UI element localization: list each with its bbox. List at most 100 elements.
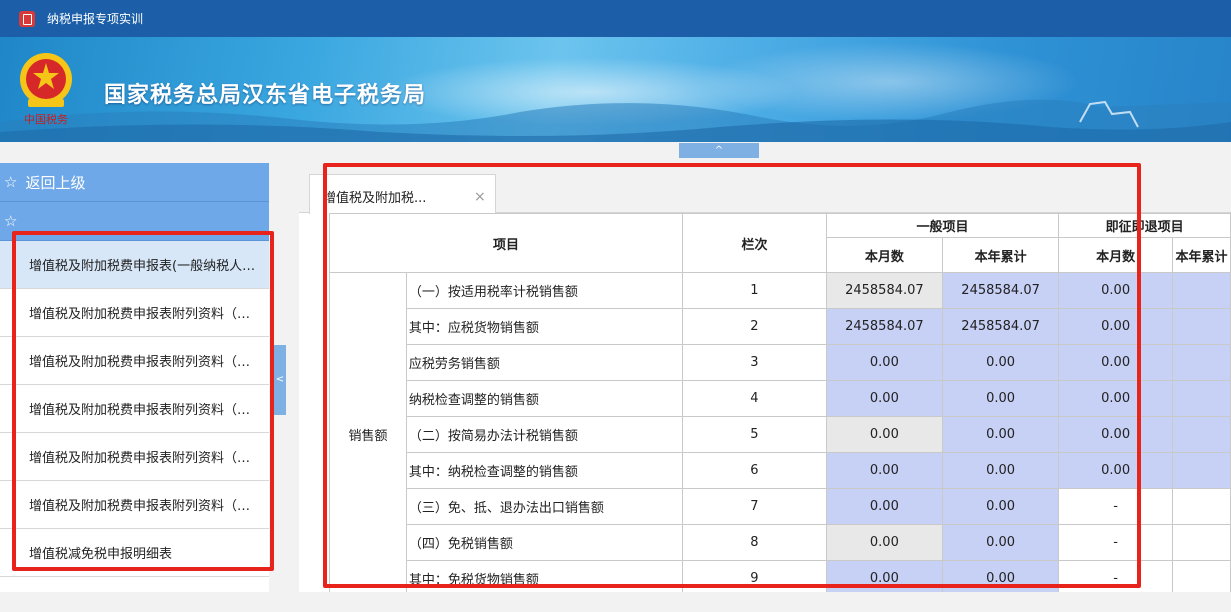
cell-refund-this-month: - (1058, 560, 1174, 592)
cell-year-total[interactable]: 2458584.07 (941, 272, 1060, 309)
cell-refund-year-total (1172, 488, 1231, 525)
cell-this-month[interactable]: 0.00 (825, 488, 943, 525)
cell-refund-year-total[interactable] (1172, 380, 1231, 417)
tab-strip: 增值税及附加税... × (299, 162, 1231, 214)
cell-this-month[interactable]: 2458584.07 (825, 308, 943, 345)
cell-year-total[interactable]: 0.00 (941, 344, 1060, 381)
back-label: 返回上级 (25, 173, 86, 192)
table-row: 其中：纳税检查调整的销售额 6 0.00 0.00 0.00 (330, 452, 1231, 489)
cell-this-month[interactable]: 0.00 (825, 452, 943, 489)
cell-refund-year-total[interactable] (1172, 344, 1231, 381)
cell-this-month[interactable]: 0.00 (825, 524, 943, 561)
table-row: （三）免、抵、退办法出口销售额 7 0.00 0.00- (330, 488, 1231, 525)
cell-year-total[interactable]: 0.00 (941, 560, 1060, 592)
header-refund-items: 即征即退项目 (1058, 213, 1231, 238)
sidebar-item-4[interactable]: 增值税及附加税费申报表附列资料（三） (0, 385, 269, 433)
cell-refund-year-total[interactable] (1172, 308, 1231, 345)
sidebar: ☆ 返回上级 ☆ 增值税及附加税费申报表(一般纳税人适用) 增值税及附加税费申报表… (0, 163, 269, 592)
cell-this-month[interactable]: 0.00 (825, 560, 943, 592)
sidebar-item-label: 增值税减免税申报明细表 (29, 547, 173, 562)
row-item-label: （四）免税销售额 (405, 524, 684, 561)
cell-refund-this-month[interactable]: 0.00 (1058, 344, 1174, 381)
table-row: 纳税检查调整的销售额 4 0.00 0.00 0.00 (330, 380, 1231, 417)
window-titlebar: 纳税申报专项实训 (0, 0, 1231, 37)
cell-refund-this-month[interactable]: 0.00 (1058, 380, 1174, 417)
cell-refund-year-total (1172, 560, 1231, 592)
banner-title: 国家税务总局汉东省电子税务局 (104, 83, 427, 108)
cell-refund-this-month[interactable]: 0.00 (1058, 308, 1174, 345)
cell-refund-this-month[interactable]: 0.00 (1058, 416, 1174, 453)
sidebar-item-label: 增值税及附加税费申报表(一般纳税人适用) (29, 259, 259, 274)
row-column-no: 1 (682, 272, 827, 309)
window-title: 纳税申报专项实训 (47, 12, 144, 26)
header-general-items: 一般项目 (825, 213, 1060, 238)
row-column-no: 6 (682, 452, 827, 489)
table-row: （二）按简易办法计税销售额 5 0.00 0.00 0.00 (330, 416, 1231, 453)
cell-refund-year-total[interactable] (1172, 272, 1231, 309)
sidebar-item-5[interactable]: 增值税及附加税费申报表附列资料（四） (0, 433, 269, 481)
sidebar-item-2[interactable]: 增值税及附加税费申报表附列资料（一） (0, 289, 269, 337)
cell-year-total[interactable]: 0.00 (941, 416, 1060, 453)
cell-year-total[interactable]: 0.00 (941, 380, 1060, 417)
sidebar-item-label: 增值税及附加税费申报表附列资料（三） (29, 403, 259, 418)
cell-refund-this-month[interactable]: 0.00 (1058, 272, 1174, 309)
sidebar-item-7[interactable]: 增值税减免税申报明细表 (0, 529, 269, 577)
row-item-label: 纳税检查调整的销售额 (405, 380, 684, 417)
group-label-sales: 销售额 (329, 272, 407, 592)
bottom-bar (0, 592, 1231, 612)
cell-this-month[interactable]: 0.00 (825, 344, 943, 381)
star-icon: ☆ (4, 212, 18, 230)
cell-refund-year-total[interactable] (1172, 416, 1231, 453)
header-this-month: 本月数 (825, 237, 943, 273)
header-year-total: 本年累计 (941, 237, 1060, 273)
sidebar-item-3[interactable]: 增值税及附加税费申报表附列资料（二） (0, 337, 269, 385)
row-item-label: 其中：免税货物销售额 (405, 560, 684, 592)
header-this-month: 本月数 (1058, 237, 1174, 273)
cell-refund-this-month: - (1058, 524, 1174, 561)
cell-refund-this-month[interactable]: 0.00 (1058, 452, 1174, 489)
cell-refund-this-month: - (1058, 488, 1174, 525)
close-icon[interactable]: × (474, 189, 486, 205)
back-button[interactable]: ☆ 返回上级 (0, 163, 269, 202)
header-item: 项目 (328, 213, 684, 273)
tax-emblem-logo: 中国税务 (20, 53, 72, 126)
row-item-label: 应税劳务销售额 (405, 344, 684, 381)
cell-refund-year-total (1172, 524, 1231, 561)
tab-label: 增值税及附加税... (323, 191, 427, 206)
row-column-no: 4 (682, 380, 827, 417)
row-column-no: 9 (682, 560, 827, 592)
row-column-no: 7 (682, 488, 827, 525)
row-item-label: （一）按适用税率计税销售额 (405, 272, 684, 309)
row-column-no: 3 (682, 344, 827, 381)
sidebar-menu-header[interactable]: ☆ (0, 202, 269, 241)
table-row: 其中：应税货物销售额 2 2458584.07 2458584.07 0.00 (330, 308, 1231, 345)
sidebar-item-6[interactable]: 增值税及附加税费申报表附列资料（五） (0, 481, 269, 529)
sidebar-item-1[interactable]: 增值税及附加税费申报表(一般纳税人适用) (0, 241, 269, 289)
cell-year-total[interactable]: 0.00 (941, 452, 1060, 489)
tab-vat-return[interactable]: 增值税及附加税... × (309, 174, 496, 214)
sidebar-item-label: 增值税及附加税费申报表附列资料（四） (29, 451, 259, 466)
app-icon (19, 10, 35, 27)
header-column-no: 栏次 (682, 213, 827, 273)
row-column-no: 5 (682, 416, 827, 453)
cell-year-total[interactable]: 0.00 (941, 524, 1060, 561)
cell-refund-year-total[interactable] (1172, 452, 1231, 489)
row-item-label: 其中：纳税检查调整的销售额 (405, 452, 684, 489)
cell-this-month[interactable]: 2458584.07 (825, 272, 943, 309)
star-icon: ☆ (4, 173, 18, 191)
row-column-no: 2 (682, 308, 827, 345)
header-banner: 中国税务 国家税务总局汉东省电子税务局 (0, 37, 1231, 142)
cell-year-total[interactable]: 2458584.07 (941, 308, 1060, 345)
sidebar-collapse-button[interactable]: < (274, 345, 286, 415)
table-row: 销售额 （一）按适用税率计税销售额 1 2458584.07 2458584.07 0.0… (329, 272, 1231, 592)
table-row: （四）免税销售额 8 0.00 0.00- (330, 524, 1231, 561)
table-row: 其中：免税货物销售额 9 0.00 0.00- (330, 560, 1231, 592)
main-panel: 增值税及附加税... × 项目 栏次 一般项目 即征即退项目 本月数 本年累计 … (299, 162, 1231, 592)
cell-year-total[interactable]: 0.00 (941, 488, 1060, 525)
cell-this-month[interactable]: 0.00 (825, 380, 943, 417)
cell-this-month[interactable]: 0.00 (825, 416, 943, 453)
svg-text:中国税务: 中国税务 (24, 112, 68, 126)
row-item-label: （二）按简易办法计税销售额 (405, 416, 684, 453)
sidebar-item-label: 增值税及附加税费申报表附列资料（一） (29, 307, 259, 322)
collapse-header-button[interactable]: ^ (679, 143, 759, 158)
